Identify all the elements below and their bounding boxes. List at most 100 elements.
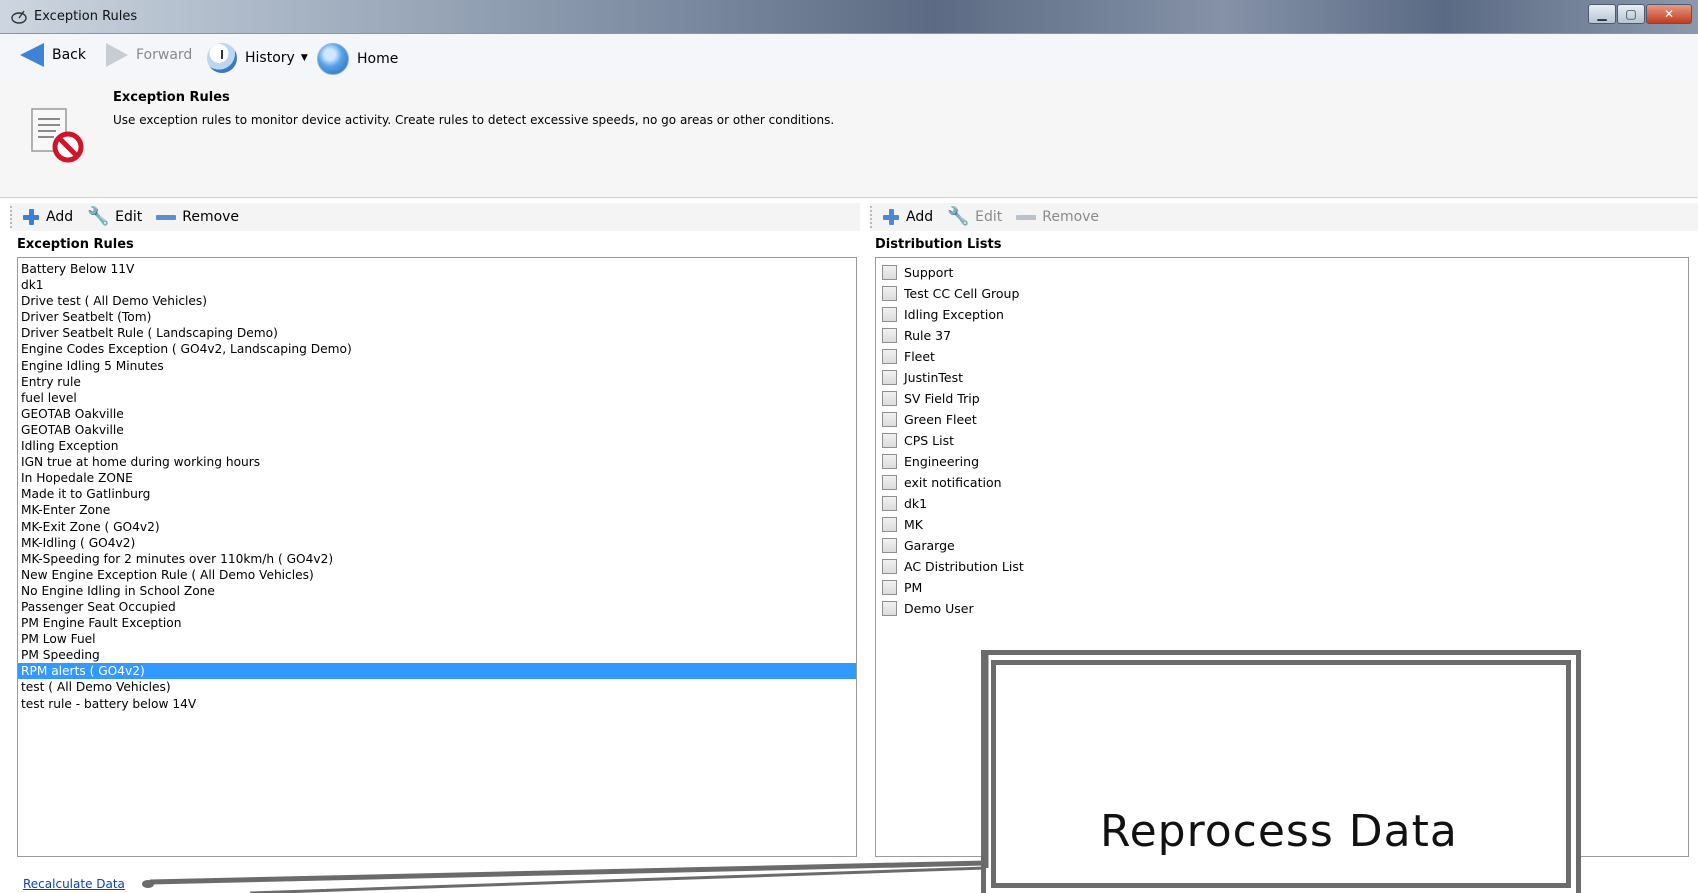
home-button[interactable]: Home — [317, 43, 398, 75]
maximize-button[interactable]: ▢ — [1617, 4, 1645, 24]
checkbox[interactable] — [882, 580, 897, 595]
distribution-label: Idling Exception — [904, 307, 1004, 322]
rule-list-item[interactable]: Battery Below 11V — [18, 261, 856, 277]
window-controls: ▁ ▢ ✕ — [1587, 4, 1692, 24]
rules-toolbar: Add 🔧 Edit Remove — [10, 203, 860, 231]
distribution-label: Rule 37 — [904, 328, 952, 343]
toolbar-grip[interactable] — [870, 206, 874, 228]
rule-list-item[interactable]: Driver Seatbelt Rule ( Landscaping Demo) — [18, 325, 856, 341]
distribution-list-item[interactable]: Green Fleet — [876, 409, 1688, 430]
back-button[interactable]: Back — [20, 43, 86, 67]
add-rule-button[interactable]: Add — [22, 208, 73, 226]
rule-list-item[interactable]: IGN true at home during working hours — [18, 454, 856, 470]
rule-list-item[interactable]: test ( All Demo Vehicles) — [18, 679, 856, 695]
plus-icon — [882, 208, 900, 226]
distribution-list-item[interactable]: Demo User — [876, 598, 1688, 619]
distribution-list-item[interactable]: CPS List — [876, 430, 1688, 451]
rule-list-item[interactable]: MK-Speeding for 2 minutes over 110km/h (… — [18, 551, 856, 567]
checkbox[interactable] — [882, 454, 897, 469]
clock-icon — [207, 43, 237, 73]
checkbox[interactable] — [882, 433, 897, 448]
rule-list-item[interactable]: test rule - battery below 14V — [18, 696, 856, 712]
rule-list-item[interactable]: New Engine Exception Rule ( All Demo Veh… — [18, 567, 856, 583]
checkbox[interactable] — [882, 601, 897, 616]
checkbox[interactable] — [882, 370, 897, 385]
rule-list-item[interactable]: Made it to Gatlinburg — [18, 486, 856, 502]
rule-list-item[interactable]: MK-Idling ( GO4v2) — [18, 535, 856, 551]
forward-button[interactable]: Forward — [106, 43, 192, 67]
history-button[interactable]: History ▼ — [207, 43, 308, 73]
rule-list-item[interactable]: MK-Enter Zone — [18, 502, 856, 518]
distribution-list-item[interactable]: MK — [876, 514, 1688, 535]
remove-rule-button[interactable]: Remove — [156, 209, 239, 225]
rule-list-item[interactable]: PM Engine Fault Exception — [18, 615, 856, 631]
toolbar-grip[interactable] — [10, 206, 14, 228]
checkbox[interactable] — [882, 475, 897, 490]
distribution-list-item[interactable]: JustinTest — [876, 367, 1688, 388]
checkbox[interactable] — [882, 496, 897, 511]
distribution-label: Engineering — [904, 454, 979, 469]
remove-distribution-button[interactable]: Remove — [1016, 209, 1099, 225]
distribution-list-item[interactable]: AC Distribution List — [876, 556, 1688, 577]
distribution-list-item[interactable]: Test CC Cell Group — [876, 283, 1688, 304]
distribution-list-item[interactable]: PM — [876, 577, 1688, 598]
checkbox[interactable] — [882, 559, 897, 574]
distribution-list-item[interactable]: Fleet — [876, 346, 1688, 367]
rules-panel-title: Exception Rules — [17, 237, 134, 252]
rules-listbox[interactable]: Battery Below 11V dk1 Drive test ( All Dem… — [17, 257, 857, 857]
close-button[interactable]: ✕ — [1646, 4, 1692, 24]
checkbox[interactable] — [882, 391, 897, 406]
navigation-bar: Back Forward History ▼ Home — [0, 34, 1698, 80]
distribution-label: JustinTest — [904, 370, 964, 385]
add-label: Add — [906, 209, 934, 225]
checkbox[interactable] — [882, 349, 897, 364]
checkbox[interactable] — [882, 412, 897, 427]
rule-list-item[interactable]: Driver Seatbelt (Tom) — [18, 309, 856, 325]
rule-list-item[interactable]: No Engine Idling in School Zone — [18, 583, 856, 599]
rule-list-item[interactable]: Engine Idling 5 Minutes — [18, 358, 856, 374]
checkbox[interactable] — [882, 328, 897, 343]
distribution-list-item[interactable]: dk1 — [876, 493, 1688, 514]
distribution-label: exit notification — [904, 475, 1002, 490]
edit-distribution-button[interactable]: 🔧 Edit — [947, 207, 1002, 227]
distribution-label: MK — [904, 517, 923, 532]
page-header: Exception Rules Use exception rules to m… — [0, 80, 1698, 198]
rule-list-item[interactable]: Passenger Seat Occupied — [18, 599, 856, 615]
distribution-list-item[interactable]: Rule 37 — [876, 325, 1688, 346]
add-distribution-button[interactable]: Add — [882, 208, 933, 226]
edit-rule-button[interactable]: 🔧 Edit — [87, 207, 142, 227]
distribution-list-item[interactable]: Support — [876, 262, 1688, 283]
checkbox[interactable] — [882, 286, 897, 301]
page-title: Exception Rules — [113, 90, 230, 105]
minimize-button[interactable]: ▁ — [1588, 4, 1616, 24]
rule-list-item[interactable]: PM Speeding — [18, 647, 856, 663]
rule-list-item[interactable]: GEOTAB Oakville — [18, 422, 856, 438]
satellite-icon — [11, 10, 27, 24]
rule-list-item[interactable]: RPM alerts ( GO4v2) — [18, 663, 856, 680]
distribution-list-item[interactable]: exit notification — [876, 472, 1688, 493]
rule-list-item[interactable]: In Hopedale ZONE — [18, 470, 856, 486]
checkbox[interactable] — [882, 517, 897, 532]
add-label: Add — [46, 209, 74, 225]
rule-list-item[interactable]: GEOTAB Oakville — [18, 406, 856, 422]
rule-list-item[interactable]: MK-Exit Zone ( GO4v2) — [18, 519, 856, 535]
checkbox[interactable] — [882, 307, 897, 322]
rule-list-item[interactable]: Entry rule — [18, 374, 856, 390]
rule-list-item[interactable]: dk1 — [18, 277, 856, 293]
checkbox[interactable] — [882, 538, 897, 553]
distribution-list-item[interactable]: Idling Exception — [876, 304, 1688, 325]
forward-label: Forward — [136, 47, 193, 63]
recalculate-data-link[interactable]: Recalculate Data — [23, 877, 125, 891]
distribution-list-item[interactable]: Gararge — [876, 535, 1688, 556]
rule-list-item[interactable]: Drive test ( All Demo Vehicles) — [18, 293, 856, 309]
rule-list-item[interactable]: fuel level — [18, 390, 856, 406]
edit-label: Edit — [115, 209, 143, 225]
globe-icon — [317, 43, 349, 75]
distribution-list-item[interactable]: SV Field Trip — [876, 388, 1688, 409]
checkbox[interactable] — [882, 265, 897, 280]
rule-list-item[interactable]: Idling Exception — [18, 438, 856, 454]
rule-list-item[interactable]: PM Low Fuel — [18, 631, 856, 647]
minus-icon — [1016, 214, 1037, 220]
distribution-list-item[interactable]: Engineering — [876, 451, 1688, 472]
rule-list-item[interactable]: Engine Codes Exception ( GO4v2, Landscap… — [18, 341, 856, 357]
